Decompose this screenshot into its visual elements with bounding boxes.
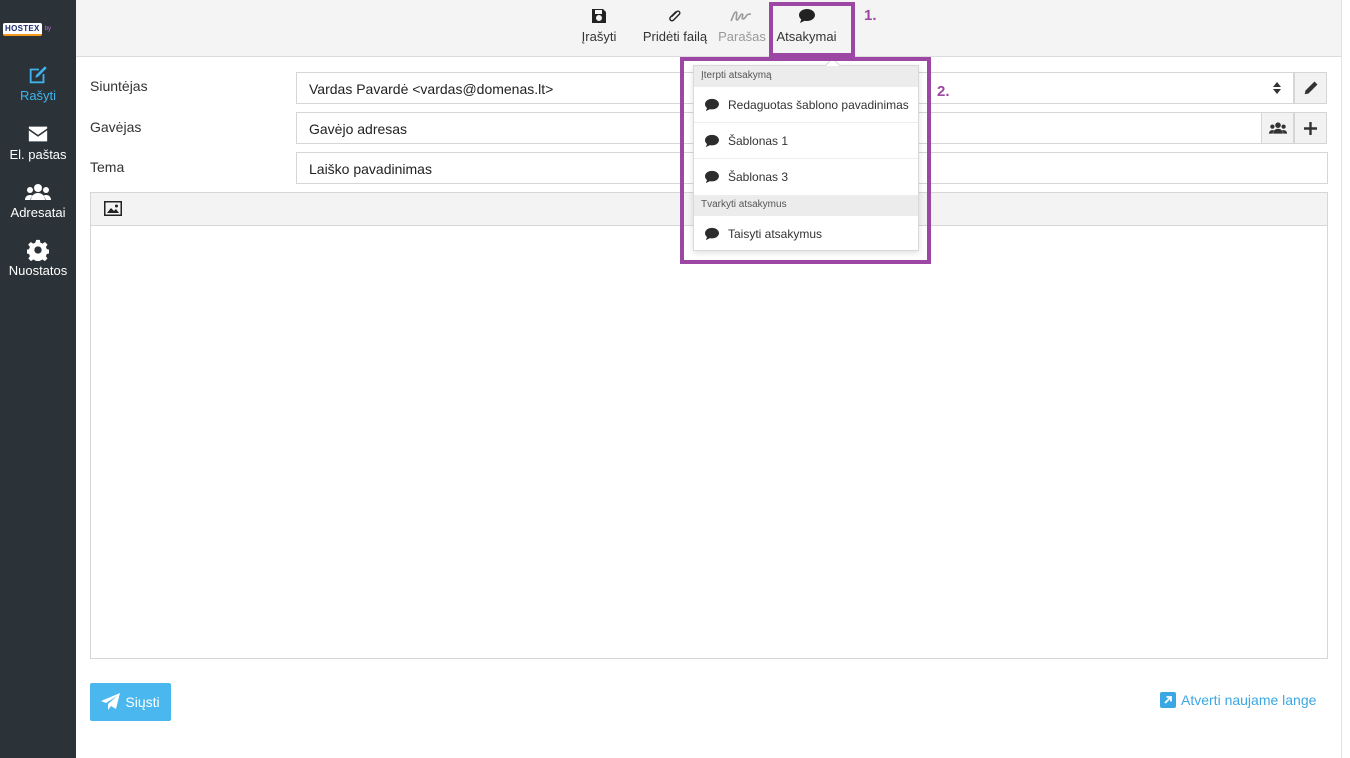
brand-logo[interactable]: HOSTEX by	[3, 22, 75, 36]
nav-item-label: Rašyti	[19, 88, 57, 103]
save-button[interactable]: Įrašyti	[581, 6, 617, 44]
nav-item-contacts[interactable]: Adresatai	[0, 181, 76, 220]
attach-file-button[interactable]: Pridėti failą	[642, 6, 708, 44]
open-in-new-window-link[interactable]: Atverti naujame lange	[1160, 692, 1316, 708]
send-button[interactable]: Siųsti	[90, 683, 171, 721]
edit-sender-button[interactable]	[1294, 72, 1327, 104]
nav-item-label: Adresatai	[10, 205, 66, 220]
annotation-marker-2: 2.	[937, 83, 950, 100]
save-label: Įrašyti	[581, 29, 617, 44]
send-label: Siųsti	[125, 694, 160, 710]
address-book-button[interactable]	[1261, 112, 1294, 144]
gear-icon	[27, 239, 49, 261]
signature-icon	[730, 11, 752, 22]
recipient-label: Gavėjas	[90, 119, 142, 135]
annotation-box-2	[680, 57, 931, 264]
sidebar: HOSTEX by Rašyti El. paštas Adresatai Nu…	[0, 0, 76, 758]
subject-label: Tema	[90, 159, 125, 175]
add-recipient-button[interactable]	[1294, 112, 1327, 144]
annotation-marker-1: 1.	[864, 7, 877, 24]
attach-file-label: Pridėti failą	[642, 29, 708, 44]
nav-item-settings[interactable]: Nuostatos	[0, 239, 76, 278]
users-icon	[1268, 122, 1287, 134]
open-in-new-window-label: Atverti naujame lange	[1181, 692, 1317, 708]
edit-icon	[29, 66, 47, 84]
logo-text: HOSTEX	[3, 22, 42, 36]
sender-label: Siuntėjas	[90, 78, 148, 94]
users-icon	[25, 184, 51, 200]
paper-plane-icon	[101, 693, 121, 710]
nav-item-mail[interactable]: El. paštas	[0, 123, 76, 162]
envelope-icon	[28, 126, 48, 142]
pencil-icon	[1304, 81, 1317, 95]
compose-toolbar: Įrašyti Pridėti failą Parašas Atsakymai	[76, 0, 1342, 57]
sender-value: Vardas Pavardė <vardas@domenas.lt>	[309, 81, 554, 97]
external-link-icon	[1160, 692, 1176, 708]
paperclip-icon	[669, 10, 681, 22]
page-right-border	[1341, 0, 1342, 758]
annotation-box-1	[769, 2, 855, 57]
logo-subtext: by	[44, 26, 52, 32]
nav-item-label: El. paštas	[9, 147, 67, 162]
floppy-disk-icon	[592, 9, 606, 23]
plus-icon	[1304, 121, 1317, 135]
sort-arrows-icon	[1273, 82, 1281, 94]
signature-button[interactable]: Parašas	[718, 6, 766, 44]
recipient-value: Gavėjo adresas	[309, 121, 408, 137]
nav-item-label: Nuostatos	[8, 263, 68, 278]
insert-image-icon[interactable]	[104, 201, 122, 216]
signature-label: Parašas	[718, 29, 766, 44]
nav-item-compose[interactable]: Rašyti	[0, 64, 76, 103]
subject-value: Laiško pavadinimas	[309, 161, 432, 177]
